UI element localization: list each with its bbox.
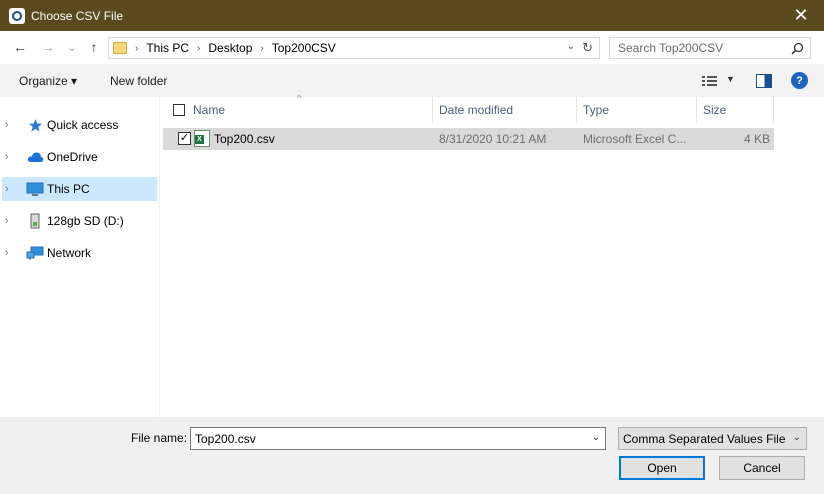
file-type-select[interactable]: Comma Separated Values File (*.csv) ⌄ (618, 427, 807, 450)
column-header-name[interactable]: Name (193, 97, 433, 123)
select-all-checkbox[interactable] (173, 104, 185, 116)
command-toolbar: Organize ▾ New folder ▼ ? (0, 64, 824, 97)
file-list: ^ Name Date modified Type Size ✓ X Top20… (161, 93, 824, 417)
address-dropdown-icon[interactable]: ⌄ (567, 41, 575, 52)
file-date-modified: 8/31/2020 10:21 AM (439, 132, 547, 146)
open-button[interactable]: Open (619, 456, 705, 480)
close-icon: ✕ (793, 5, 809, 25)
forward-button[interactable]: → (39, 38, 57, 56)
expand-chevron-icon[interactable]: › (5, 247, 21, 259)
preview-pane-icon[interactable] (756, 74, 772, 88)
search-icon[interactable] (791, 42, 804, 55)
expand-chevron-icon[interactable]: › (5, 119, 21, 131)
checkmark-icon: ✓ (179, 132, 190, 144)
sidebar-item-label: 128gb SD (D:) (47, 214, 124, 228)
app-icon (9, 7, 25, 24)
excel-file-icon: X (194, 130, 210, 147)
breadcrumb-separator-icon: › (197, 42, 201, 54)
row-checkbox[interactable]: ✓ (178, 132, 191, 145)
file-type-value: Comma Separated Values File (*.csv) (623, 432, 787, 446)
navigation-pane: › Quick access › OneDrive › This PC › 12… (0, 97, 160, 417)
cancel-button[interactable]: Cancel (719, 456, 805, 480)
recent-locations-button[interactable]: ⌄ (63, 38, 81, 56)
sidebar-item-this-pc[interactable]: › This PC (2, 177, 157, 201)
sidebar-item-label: Quick access (47, 118, 119, 132)
breadcrumb-desktop[interactable]: Desktop (208, 41, 252, 55)
breadcrumb-separator-icon: › (260, 42, 264, 54)
chevron-down-icon: ⌄ (792, 432, 801, 443)
window-title: Choose CSV File (31, 8, 124, 23)
file-name[interactable]: Top200.csv (214, 132, 275, 146)
sidebar-item-quick-access[interactable]: › Quick access (2, 113, 157, 137)
sidebar-item-sd-drive[interactable]: › 128gb SD (D:) (2, 209, 157, 233)
forward-arrow-icon: → (41, 39, 55, 55)
expand-chevron-icon[interactable]: › (5, 151, 21, 163)
back-arrow-icon: ← (13, 39, 27, 55)
up-arrow-icon: ↑ (90, 39, 98, 55)
refresh-icon[interactable]: ↻ (582, 40, 593, 56)
sidebar-item-label: OneDrive (47, 150, 98, 164)
column-header-date-modified[interactable]: Date modified (433, 97, 577, 123)
network-icon (26, 245, 44, 261)
sidebar-item-label: This PC (47, 182, 90, 196)
navigation-bar: ← → ⌄ ↑ › This PC › Desktop › Top200CSV … (0, 31, 824, 64)
expand-chevron-icon[interactable]: › (5, 215, 21, 227)
file-type: Microsoft Excel C... (583, 132, 687, 146)
breadcrumb-separator-icon: › (135, 42, 139, 54)
folder-icon (113, 42, 127, 54)
column-header-size[interactable]: Size (697, 97, 774, 123)
up-button[interactable]: ↑ (85, 38, 103, 56)
file-name-input[interactable] (191, 428, 581, 449)
column-header-type[interactable]: Type (577, 97, 697, 123)
organize-menu[interactable]: Organize ▾ (19, 74, 77, 88)
sidebar-item-network[interactable]: › Network (2, 241, 157, 265)
view-options-icon[interactable] (701, 74, 719, 88)
help-icon[interactable]: ? (791, 72, 808, 89)
close-button[interactable]: ✕ (778, 0, 824, 31)
computer-icon (26, 181, 44, 197)
drive-icon (26, 213, 44, 229)
file-name-label: File name: (131, 431, 188, 445)
breadcrumb-this-pc[interactable]: This PC (146, 41, 189, 55)
view-dropdown-icon[interactable]: ▼ (726, 74, 735, 84)
table-row[interactable]: ✓ X Top200.csv 8/31/2020 10:21 AM Micros… (163, 128, 774, 150)
back-button[interactable]: ← (11, 38, 29, 56)
sidebar-item-label: Network (47, 246, 92, 260)
new-folder-button[interactable]: New folder (110, 74, 167, 88)
file-name-combobox[interactable]: ⌄ (190, 427, 606, 450)
chevron-down-icon: ⌄ (67, 41, 77, 54)
dialog-footer: File name: ⌄ Comma Separated Values File… (0, 417, 824, 494)
address-bar[interactable]: › This PC › Desktop › Top200CSV ⌄ ↻ (108, 37, 600, 59)
breadcrumb-top200csv[interactable]: Top200CSV (272, 41, 336, 55)
expand-chevron-icon[interactable]: › (5, 183, 21, 195)
cloud-icon (26, 149, 44, 165)
search-box[interactable] (609, 37, 811, 59)
title-bar: Choose CSV File ✕ (0, 0, 824, 31)
chevron-down-icon[interactable]: ⌄ (592, 432, 600, 443)
star-icon (26, 117, 44, 133)
file-size: 4 KB (743, 132, 770, 146)
sidebar-item-onedrive[interactable]: › OneDrive (2, 145, 157, 169)
search-input[interactable] (618, 41, 788, 55)
